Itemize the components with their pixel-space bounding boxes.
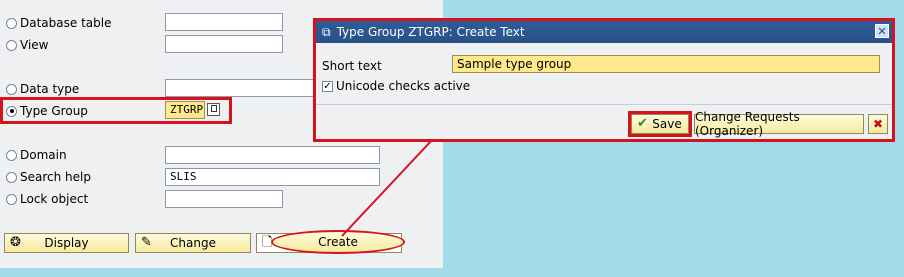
unicode-checkbox-row[interactable]: ✓ Unicode checks active — [322, 79, 470, 93]
divider — [316, 104, 892, 105]
save-button-label: Save — [652, 117, 682, 131]
checkmark-icon: ✔ — [637, 116, 648, 131]
create-text-dialog: ⧉ Type Group ZTGRP: Create Text ✕ Short … — [313, 18, 895, 142]
change-requests-button[interactable]: Change Requests (Organizer) — [694, 110, 864, 138]
short-text-label: Short text — [322, 59, 382, 73]
dialog-title-bar: ⧉ Type Group ZTGRP: Create Text — [316, 21, 892, 43]
dialog-title: Type Group ZTGRP: Create Text — [336, 25, 525, 39]
cancel-icon[interactable]: ✖ — [868, 114, 888, 134]
short-text-input[interactable]: Sample type group — [452, 55, 880, 73]
close-icon[interactable]: ✕ — [875, 24, 889, 38]
save-button[interactable]: ✔ Save — [631, 114, 689, 134]
dialog-window-icon: ⧉ — [322, 24, 331, 39]
change-requests-label: Change Requests (Organizer) — [695, 110, 800, 138]
unicode-checkbox[interactable]: ✓ — [322, 80, 333, 92]
unicode-label: Unicode checks active — [336, 79, 471, 93]
